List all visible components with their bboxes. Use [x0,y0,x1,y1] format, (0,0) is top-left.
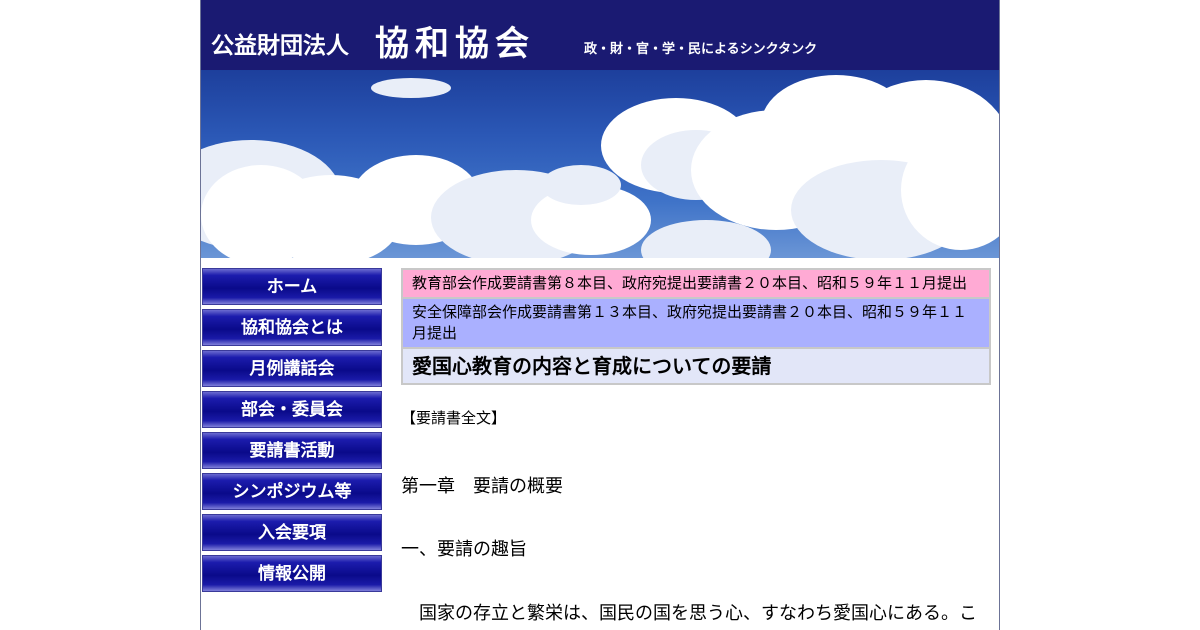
page-container: 公益財団法人 協和協会 政・財・官・学・民によるシンクタンク ホーム 協和協会と… [200,0,1000,630]
nav-item-committees[interactable]: 部会・委員会 [202,391,382,428]
org-prefix: 公益財団法人 [211,33,349,59]
education-committee-info: 教育部会作成要請書第８本目、政府宛提出要請書２０本目、昭和５９年１１月提出 [403,270,989,299]
nav-item-membership[interactable]: 入会要項 [202,514,382,551]
petition-info-box: 教育部会作成要請書第８本目、政府宛提出要請書２０本目、昭和５９年１１月提出 安全… [401,268,991,385]
hero-sky-image [201,70,999,258]
org-name-logo[interactable]: 協和協会 [375,16,535,65]
nav-item-home[interactable]: ホーム [202,268,382,305]
nav-item-petitions[interactable]: 要請書活動 [202,432,382,469]
section-heading: 一、要請の趣旨 [401,539,527,560]
nav-item-symposium[interactable]: シンポジウム等 [202,473,382,510]
nav-item-monthly-lecture[interactable]: 月例講話会 [202,350,382,387]
petition-title: 愛国心教育の内容と育成についての要請 [403,349,989,383]
nav-item-disclosure[interactable]: 情報公開 [202,555,382,592]
main-content: 教育部会作成要請書第８本目、政府宛提出要請書２０本目、昭和５９年１１月提出 安全… [401,268,991,625]
full-text-label: 【要請書全文】 [401,409,507,427]
nav-item-about[interactable]: 協和協会とは [202,309,382,346]
sidebar-nav: ホーム 協和協会とは 月例講話会 部会・委員会 要請書活動 シンポジウム等 入会… [202,268,382,596]
site-tagline: 政・財・官・学・民によるシンクタンク [584,42,818,57]
body-paragraph: 国家の存立と繁栄は、国民の国を思う心、すなわち愛国心にある。こ [419,603,977,624]
site-header: 公益財団法人 協和協会 政・財・官・学・民によるシンクタンク [201,0,999,70]
chapter-heading: 第一章 要請の概要 [401,476,563,497]
security-committee-info: 安全保障部会作成要請書第１３本目、政府宛提出要請書２０本目、昭和５９年１１月提出 [403,299,989,349]
